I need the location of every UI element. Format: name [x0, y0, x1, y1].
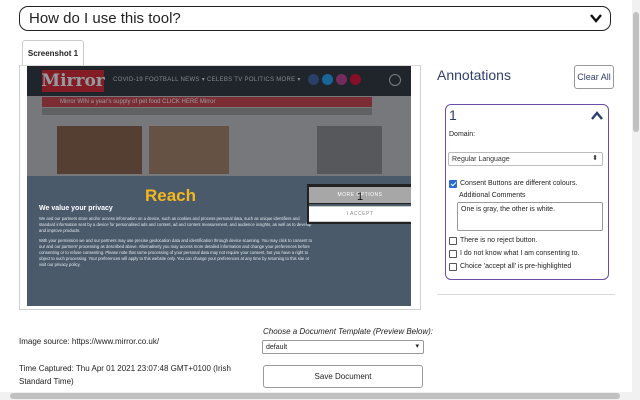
- select-arrows-icon: ⬍: [592, 155, 598, 162]
- chevron-down-icon: ▾: [415, 343, 419, 350]
- vertical-scroll-thumb[interactable]: [633, 12, 639, 132]
- chevron-up-icon[interactable]: [591, 111, 603, 121]
- domain-label: Domain:: [449, 131, 476, 138]
- annotations-title: Annotations: [437, 67, 511, 83]
- image-source: Image source: https://www.mirror.co.uk/: [19, 337, 160, 346]
- panel-divider: [437, 294, 615, 295]
- comment-textarea[interactable]: One is gray, the other is white.: [457, 202, 603, 231]
- option-checkbox[interactable]: [449, 263, 457, 271]
- comments-label: Additional Comments: [459, 192, 526, 199]
- clear-all-button[interactable]: Clear All: [574, 65, 614, 89]
- consent-heading: We value your privacy: [39, 205, 113, 212]
- consent-paragraph: We and our partners store and/or access …: [39, 216, 312, 233]
- consent-layer: Reach We value your privacy We and our p…: [27, 66, 411, 306]
- help-accordion[interactable]: How do I use this tool?: [19, 6, 611, 31]
- domain-value: Regular Language: [452, 155, 510, 163]
- save-document-button[interactable]: Save Document: [263, 365, 423, 388]
- template-value: default: [266, 343, 288, 351]
- consent-body: We and our partners store and/or access …: [39, 216, 317, 272]
- help-title: How do I use this tool?: [29, 10, 181, 27]
- tab-screenshot-1[interactable]: Screenshot 1: [22, 40, 84, 65]
- page: How do I use this tool? Screenshot 1 Mir…: [0, 0, 640, 400]
- horizontal-scroll-thumb[interactable]: [10, 393, 620, 399]
- annotation-number: 1: [449, 107, 457, 123]
- consent-paragraph: With your permission we and our partners…: [39, 238, 313, 267]
- option-label: Consent Buttons are different colours.: [460, 180, 578, 187]
- option-label: Choice 'accept all' is pre-highlighted: [460, 263, 572, 270]
- option-label: I do not know what I am consenting to.: [460, 250, 580, 257]
- option-checkbox[interactable]: [449, 237, 457, 245]
- template-select[interactable]: default ▾: [262, 340, 424, 354]
- option-label: There is no reject button.: [460, 237, 538, 244]
- domain-select[interactable]: Regular Language ⬍: [448, 152, 603, 166]
- consent-brand: Reach: [145, 186, 197, 205]
- chevron-down-icon[interactable]: [589, 12, 603, 24]
- option-checkbox[interactable]: [449, 250, 457, 258]
- template-label: Choose a Document Template (Preview Belo…: [263, 327, 434, 336]
- annotation-selection-box[interactable]: [307, 184, 411, 224]
- time-captured: Time Captured: Thu Apr 01 2021 23:07:48 …: [19, 364, 231, 386]
- annotation-marker: 1: [357, 191, 364, 203]
- option-checkbox[interactable]: [449, 180, 457, 188]
